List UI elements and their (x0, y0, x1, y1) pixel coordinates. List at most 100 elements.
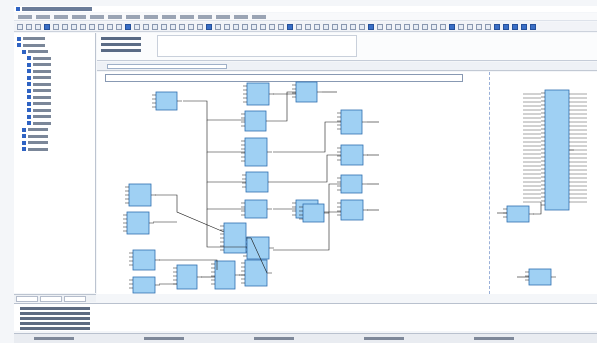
toolbar-button[interactable] (404, 24, 410, 30)
toolbar-button[interactable] (161, 24, 167, 30)
tree-node[interactable] (17, 43, 45, 48)
function-block[interactable] (244, 199, 268, 219)
toolbar-button[interactable] (422, 24, 428, 30)
tree-node[interactable] (22, 49, 48, 54)
toolbar-button[interactable] (296, 24, 302, 30)
function-block[interactable] (155, 91, 178, 111)
tab-project[interactable] (16, 296, 38, 302)
function-block[interactable] (340, 199, 364, 221)
toolbar-button[interactable] (485, 24, 491, 30)
toolbar-button[interactable] (341, 24, 347, 30)
toolbar-button[interactable] (305, 24, 311, 30)
function-block[interactable] (506, 205, 530, 223)
toolbar-button[interactable] (260, 24, 266, 30)
menu-item[interactable] (234, 15, 248, 19)
toolbar-button[interactable] (197, 24, 203, 30)
toolbar-button[interactable] (512, 24, 518, 30)
toolbar-button[interactable] (314, 24, 320, 30)
function-block[interactable] (128, 183, 152, 207)
tree-node[interactable] (27, 88, 51, 93)
toolbar-button[interactable] (476, 24, 482, 30)
toolbar-button[interactable] (143, 24, 149, 30)
tree-node[interactable] (27, 95, 51, 100)
function-block[interactable] (544, 89, 570, 211)
function-block[interactable] (244, 259, 268, 287)
function-block[interactable] (246, 82, 270, 106)
toolbar-button[interactable] (368, 24, 374, 30)
function-block[interactable] (245, 171, 269, 193)
toolbar-button[interactable] (467, 24, 473, 30)
tree-node[interactable] (27, 121, 51, 126)
toolbar-button[interactable] (26, 24, 32, 30)
toolbar-button[interactable] (152, 24, 158, 30)
toolbar-button[interactable] (44, 24, 50, 30)
tree-node[interactable] (17, 36, 45, 41)
function-block[interactable] (340, 109, 363, 135)
menu-item[interactable] (180, 15, 194, 19)
toolbar-button[interactable] (89, 24, 95, 30)
toolbar-button[interactable] (170, 24, 176, 30)
toolbar-button[interactable] (116, 24, 122, 30)
tab-hardware[interactable] (40, 296, 62, 302)
document-tab[interactable] (107, 64, 227, 69)
toolbar-button[interactable] (62, 24, 68, 30)
tree-node[interactable] (27, 114, 51, 119)
toolbar-button[interactable] (377, 24, 383, 30)
function-block[interactable] (132, 276, 156, 294)
tree-node[interactable] (27, 101, 51, 106)
menu-item[interactable] (198, 15, 212, 19)
toolbar-button[interactable] (386, 24, 392, 30)
function-block[interactable] (176, 264, 198, 290)
diagram-canvas[interactable] (97, 72, 597, 294)
toolbar-button[interactable] (125, 24, 131, 30)
toolbar-button[interactable] (440, 24, 446, 30)
menu-item[interactable] (162, 15, 176, 19)
function-block[interactable] (340, 174, 363, 194)
toolbar-button[interactable] (233, 24, 239, 30)
toolbar-button[interactable] (179, 24, 185, 30)
tree-node[interactable] (22, 147, 48, 152)
tree-node[interactable] (27, 108, 51, 113)
menu-item[interactable] (72, 15, 86, 19)
menu-item[interactable] (54, 15, 68, 19)
menu-item[interactable] (90, 15, 104, 19)
menu-item[interactable] (252, 15, 266, 19)
function-block[interactable] (223, 222, 247, 254)
toolbar-button[interactable] (242, 24, 248, 30)
toolbar-button[interactable] (188, 24, 194, 30)
function-block[interactable] (246, 236, 270, 260)
toolbar-button[interactable] (458, 24, 464, 30)
toolbar-button[interactable] (269, 24, 275, 30)
menu-item[interactable] (108, 15, 122, 19)
function-block[interactable] (295, 81, 318, 103)
toolbar-button[interactable] (503, 24, 509, 30)
tree-node[interactable] (27, 82, 51, 87)
toolbar-button[interactable] (98, 24, 104, 30)
toolbar-button[interactable] (215, 24, 221, 30)
toolbar-button[interactable] (530, 24, 536, 30)
function-block[interactable] (244, 137, 268, 167)
toolbar-button[interactable] (224, 24, 230, 30)
menu-item[interactable] (216, 15, 230, 19)
function-block[interactable] (302, 203, 325, 223)
toolbar-button[interactable] (35, 24, 41, 30)
toolbar-button[interactable] (494, 24, 500, 30)
toolbar-button[interactable] (107, 24, 113, 30)
toolbar-button[interactable] (17, 24, 23, 30)
toolbar-button[interactable] (449, 24, 455, 30)
function-block[interactable] (528, 268, 552, 286)
toolbar-button[interactable] (206, 24, 212, 30)
toolbar-button[interactable] (80, 24, 86, 30)
tree-node[interactable] (27, 75, 51, 80)
menu-item[interactable] (126, 15, 140, 19)
toolbar-button[interactable] (53, 24, 59, 30)
toolbar-button[interactable] (359, 24, 365, 30)
function-block[interactable] (340, 144, 364, 166)
function-block[interactable] (214, 260, 236, 290)
tree-node[interactable] (27, 56, 51, 61)
menu-item[interactable] (144, 15, 158, 19)
toolbar-button[interactable] (278, 24, 284, 30)
menu-item[interactable] (18, 15, 32, 19)
toolbar-button[interactable] (251, 24, 257, 30)
toolbar-button[interactable] (521, 24, 527, 30)
